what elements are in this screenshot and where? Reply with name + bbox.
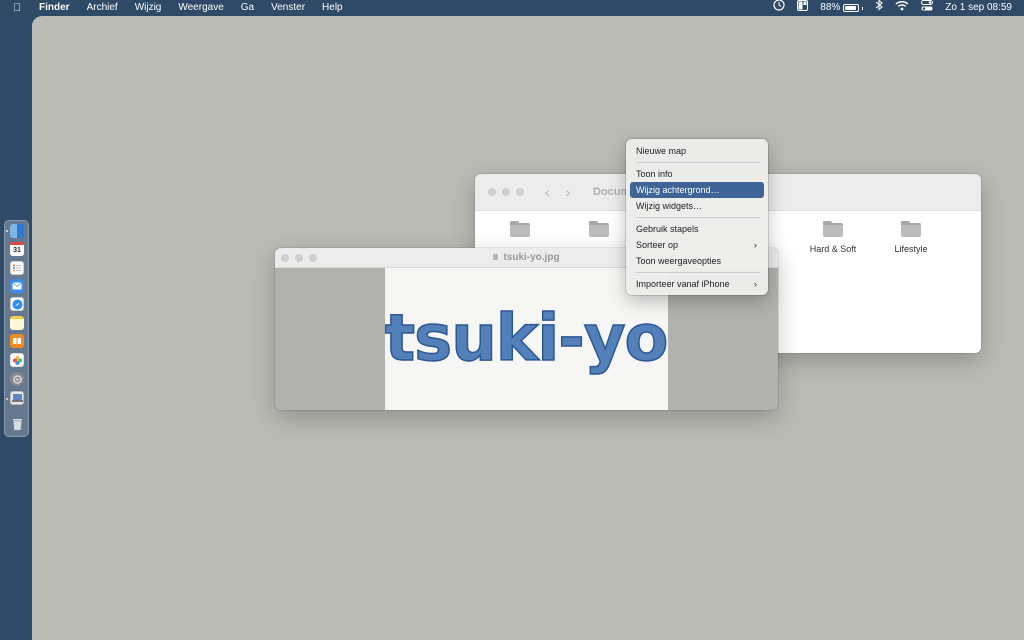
- menu-finder[interactable]: Finder: [39, 0, 70, 16]
- folder-label: Hard & Soft: [809, 244, 857, 254]
- folder-item[interactable]: [480, 221, 560, 244]
- menu-separator: [636, 272, 760, 273]
- dock: 31: [4, 220, 29, 437]
- menu-separator: [636, 162, 760, 163]
- calendar-day: 31: [13, 247, 21, 254]
- reminders-icon[interactable]: [10, 261, 24, 275]
- folder-icon: [823, 221, 843, 237]
- menu-item-toon-weergaveopties[interactable]: Toon weergaveopties: [630, 253, 764, 269]
- control-center-icon[interactable]: [921, 0, 934, 17]
- context-menu: Nieuwe map Toon info Wijzig achtergrond……: [626, 139, 768, 295]
- menu-venster[interactable]: Venster: [271, 0, 305, 16]
- chevron-right-icon: ›: [754, 279, 757, 289]
- battery-percent: 88%: [820, 2, 841, 13]
- menu-item-label: Wijzig achtergrond…: [636, 185, 720, 195]
- close-button[interactable]: [488, 188, 496, 196]
- settings-icon[interactable]: [10, 372, 24, 386]
- battery-level: [845, 6, 857, 10]
- menu-item-wijzig-widgets[interactable]: Wijzig widgets…: [630, 198, 764, 214]
- minimize-button[interactable]: [502, 188, 510, 196]
- running-indicator: [6, 230, 8, 232]
- folder-icon: [510, 221, 530, 237]
- preview-icon[interactable]: [10, 391, 24, 405]
- clock-icon[interactable]: [773, 0, 785, 17]
- menu-bar:  Finder Archief Wijzig Weergave Ga Vens…: [0, 0, 1024, 16]
- finder-icon[interactable]: [10, 224, 24, 238]
- menu-item-label: Toon weergaveopties: [636, 256, 722, 266]
- menu-ga[interactable]: Ga: [241, 0, 254, 16]
- notes-icon[interactable]: [10, 316, 24, 330]
- battery-icon: [843, 4, 860, 12]
- trash-icon[interactable]: [10, 417, 24, 431]
- menu-item-label: Nieuwe map: [636, 146, 687, 156]
- chevron-right-icon: ›: [754, 240, 757, 250]
- folder-item-lifestyle[interactable]: Lifestyle: [871, 221, 951, 254]
- nav-buttons: ‹ ›: [545, 184, 570, 200]
- date-time[interactable]: Zo 1 sep 08:59: [945, 0, 1012, 16]
- artwork-lettering: tsuki-yo: [385, 302, 668, 376]
- window-title: tsuki-yo.jpg: [503, 252, 560, 263]
- menu-item-label: Gebruik stapels: [636, 224, 699, 234]
- folder-label: Lifestyle: [894, 244, 928, 254]
- menu-item-gebruik-stapels[interactable]: Gebruik stapels: [630, 221, 764, 237]
- menu-wijzig[interactable]: Wijzig: [135, 0, 162, 16]
- books-icon[interactable]: [10, 334, 24, 348]
- mail-icon[interactable]: [10, 279, 24, 293]
- menu-item-toon-info[interactable]: Toon info: [630, 166, 764, 182]
- document-icon: [493, 254, 499, 260]
- forward-chevron-icon[interactable]: ›: [566, 184, 571, 200]
- menu-item-label: Importeer vanaf iPhone: [636, 279, 730, 289]
- menu-item-importeer-vanaf-iphone[interactable]: Importeer vanaf iPhone ›: [630, 276, 764, 292]
- menu-separator: [636, 217, 760, 218]
- status-area: 88% Zo 1 sep 08:59: [761, 0, 1012, 16]
- running-indicator: [6, 398, 8, 400]
- menu-item-label: Toon info: [636, 169, 673, 179]
- menu-weergave[interactable]: Weergave: [178, 0, 223, 16]
- photos-icon[interactable]: [10, 353, 24, 367]
- calendar-icon[interactable]: 31: [10, 242, 24, 256]
- zoom-button[interactable]: [516, 188, 524, 196]
- apple-logo-icon[interactable]: : [13, 0, 27, 16]
- battery-indicator[interactable]: 88%: [820, 0, 864, 16]
- menu-archief[interactable]: Archief: [87, 0, 118, 16]
- menu-item-nieuwe-map[interactable]: Nieuwe map: [630, 143, 764, 159]
- window-title: Docum: [593, 186, 631, 198]
- folder-item-hard-and-soft[interactable]: Hard & Soft: [793, 221, 873, 254]
- back-chevron-icon[interactable]: ‹: [545, 184, 550, 200]
- menu-item-label: Wijzig widgets…: [636, 201, 703, 211]
- wifi-icon[interactable]: [895, 0, 909, 17]
- layout-icon[interactable]: [797, 0, 809, 17]
- folder-icon: [901, 221, 921, 237]
- menu-item-sorteer-op[interactable]: Sorteer op ›: [630, 237, 764, 253]
- bluetooth-icon[interactable]: [875, 0, 884, 17]
- folder-icon: [589, 221, 609, 237]
- menu-item-label: Sorteer op: [636, 240, 679, 250]
- menu-help[interactable]: Help: [322, 0, 343, 16]
- safari-icon[interactable]: [10, 297, 24, 311]
- menu-item-wijzig-achtergrond[interactable]: Wijzig achtergrond…: [630, 182, 764, 198]
- window-controls: [488, 188, 524, 196]
